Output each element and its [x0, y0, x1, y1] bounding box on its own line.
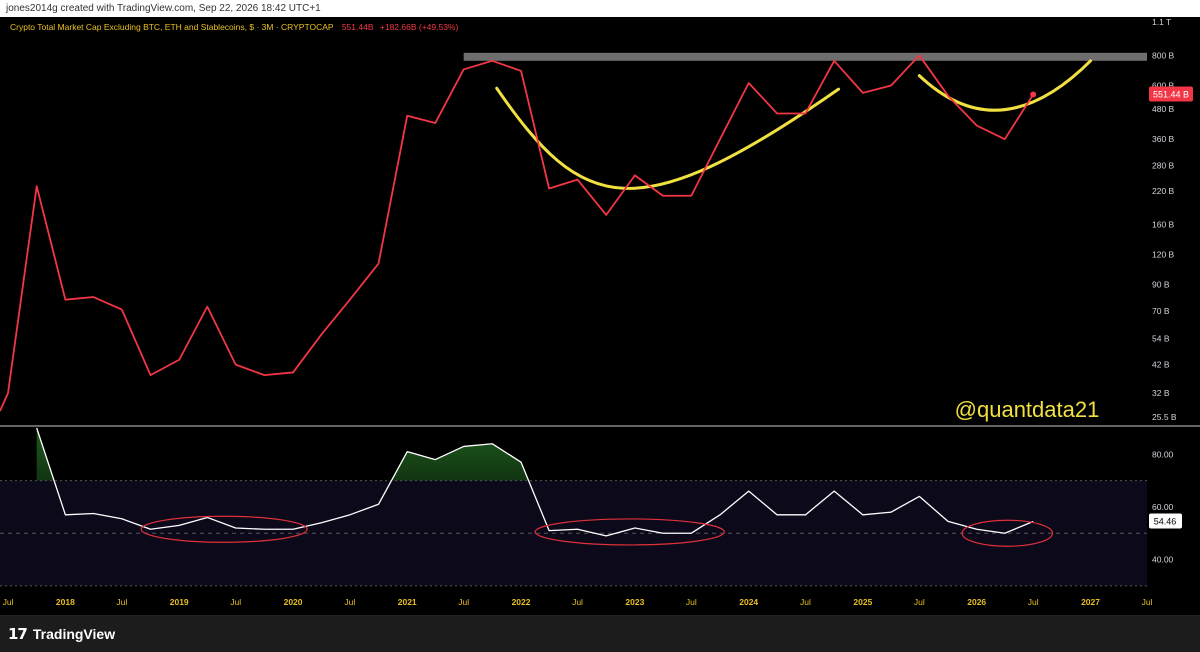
cup-curve — [495, 86, 841, 190]
chart-svg[interactable]: 1.1 T800 B600 B480 B360 B280 B220 B160 B… — [0, 17, 1200, 616]
price-axis-tick-label: 160 B — [1152, 219, 1175, 229]
time-axis-tick-label: Jul — [1142, 597, 1153, 607]
time-axis-tick-label: 2019 — [170, 597, 189, 607]
time-axis-tick-label: Jul — [3, 597, 14, 607]
time-axis-tick-label: 2026 — [967, 597, 986, 607]
time-axis-tick-label: 2027 — [1081, 597, 1100, 607]
price-axis-tick-label: 42 B — [1152, 360, 1170, 370]
price-axis-tick-label: 220 B — [1152, 186, 1175, 196]
chart-title-text: Crypto Total Market Cap Excluding BTC, E… — [10, 22, 334, 32]
header-bar: jones2014g created with TradingView.com,… — [0, 0, 1200, 17]
credit-text: jones2014g created with TradingView.com,… — [6, 3, 321, 14]
price-axis-tick-label: 25.5 B — [1152, 412, 1177, 422]
price-pane: 1.1 T800 B600 B480 B360 B280 B220 B160 B… — [0, 17, 1193, 422]
price-last-label: 551.44 B — [1153, 89, 1189, 99]
chart-title: Crypto Total Market Cap Excluding BTC, E… — [10, 22, 458, 32]
chart-title-value: 551.44B — [342, 22, 374, 32]
price-axis-tick-label: 32 B — [1152, 388, 1170, 398]
price-axis-tick-label: 120 B — [1152, 249, 1175, 259]
price-axis-tick-label: 54 B — [1152, 333, 1170, 343]
rsi-axis-tick-label: 60.00 — [1152, 502, 1174, 512]
resistance-zone — [463, 52, 1148, 61]
rsi-pane: 80.00 60.00 40.00 54.46 — [0, 427, 1182, 587]
time-axis-tick-label: 2024 — [739, 597, 758, 607]
time-axis-tick-label: Jul — [344, 597, 355, 607]
rsi-band — [0, 480, 1147, 586]
rsi-axis-tick-label: 80.00 — [1152, 449, 1174, 459]
footer-bar: 17 TradingView — [0, 616, 1200, 652]
tradingview-brand-text: TradingView — [32, 626, 116, 642]
price-axis-tick-label: 480 B — [1152, 104, 1175, 114]
price-last-dot — [1030, 91, 1037, 98]
time-axis-tick-label: Jul — [914, 597, 925, 607]
time-axis-tick-label: Jul — [800, 597, 811, 607]
time-axis-tick-label: Jul — [230, 597, 241, 607]
tradingview-logo[interactable]: 17 TradingView — [8, 625, 115, 643]
time-axis-tick-label: Jul — [116, 597, 127, 607]
time-axis-tick-label: 2020 — [284, 597, 303, 607]
time-axis-tick-label: Jul — [458, 597, 469, 607]
price-axis-tick-label: 800 B — [1152, 50, 1175, 60]
time-axis-tick-label: Jul — [1028, 597, 1039, 607]
time-axis-tick-label: 2022 — [512, 597, 531, 607]
price-axis-tick-label: 1.1 T — [1152, 17, 1171, 27]
chart-area[interactable]: 1.1 T 800 B 600 B 480 B 360 B 280 B 220 B 160 B… — [0, 17, 1200, 616]
price-axis-tick-label: 90 B — [1152, 280, 1170, 290]
time-axis-tick-label: Jul — [686, 597, 697, 607]
watermark-text: @quantdata21 — [955, 397, 1100, 422]
chart-title-change: +182.66B (+49.53%) — [380, 22, 459, 32]
time-axis-tick-label: 2021 — [398, 597, 417, 607]
price-axis-tick-label: 360 B — [1152, 134, 1175, 144]
time-axis: Jul 2018 Jul 2019 Jul 2020 Jul 2021 Jul 2022 Jul 20… — [3, 597, 1153, 607]
cup-curve — [917, 59, 1093, 112]
time-axis-tick-label: 2025 — [853, 597, 872, 607]
rsi-last-label: 54.46 — [1154, 516, 1177, 526]
price-axis-tick-label: 280 B — [1152, 161, 1175, 171]
price-axis-tick-label: 70 B — [1152, 306, 1170, 316]
time-axis-tick-label: 2023 — [625, 597, 644, 607]
time-axis-tick-label: 2018 — [56, 597, 75, 607]
rsi-axis-tick-label: 40.00 — [1152, 555, 1174, 565]
tradingview-logo-icon: 17 — [8, 625, 28, 643]
price-line — [0, 54, 1034, 412]
time-axis-tick-label: Jul — [572, 597, 583, 607]
